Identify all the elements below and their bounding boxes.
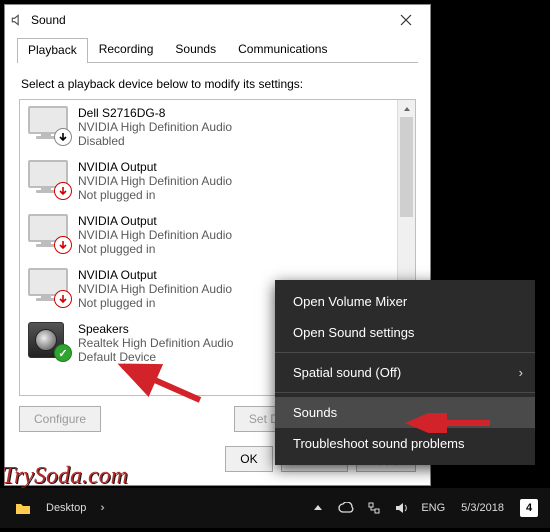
configure-button[interactable]: Configure	[19, 406, 101, 432]
network-icon[interactable]	[365, 499, 383, 517]
tab-playback[interactable]: Playback	[17, 38, 88, 63]
tab-communications[interactable]: Communications	[227, 37, 338, 62]
clock[interactable]: 5/3/2018	[461, 502, 504, 515]
device-status: Not plugged in	[78, 296, 232, 310]
device-status: Default Device	[78, 350, 233, 364]
disabled-icon	[54, 128, 72, 146]
check-icon: ✓	[54, 344, 72, 362]
speaker-icon	[9, 12, 25, 28]
menu-item[interactable]: Sounds	[275, 397, 535, 428]
device-name: Speakers	[78, 322, 233, 336]
window-title: Sound	[31, 13, 386, 27]
device-name: NVIDIA Output	[78, 268, 232, 282]
device-row[interactable]: NVIDIA OutputNVIDIA High Definition Audi…	[20, 208, 397, 262]
device-name: NVIDIA Output	[78, 160, 232, 174]
device-desc: NVIDIA High Definition Audio	[78, 228, 232, 242]
toolbar-chevrons-icon[interactable]: ››	[100, 502, 101, 514]
device-desc: NVIDIA High Definition Audio	[78, 174, 232, 188]
unplugged-icon	[54, 290, 72, 308]
device-desc: NVIDIA High Definition Audio	[78, 282, 232, 296]
menu-separator	[275, 392, 535, 393]
taskbar[interactable]: Desktop ›› ENG 5/3/2018 4	[0, 488, 550, 528]
date-text: 5/3/2018	[461, 502, 504, 515]
ok-button[interactable]: OK	[225, 446, 272, 472]
tray-context-menu: Open Volume MixerOpen Sound settings Spat…	[275, 280, 535, 465]
unplugged-icon	[54, 182, 72, 200]
menu-item[interactable]: Troubleshoot sound problems	[275, 428, 535, 459]
scroll-up-button[interactable]	[398, 100, 415, 117]
chevron-right-icon: ›	[519, 365, 523, 380]
device-row[interactable]: NVIDIA OutputNVIDIA High Definition Audi…	[20, 154, 397, 208]
titlebar[interactable]: Sound	[5, 5, 430, 35]
unplugged-icon	[54, 236, 72, 254]
tab-strip: Playback Recording Sounds Communications	[5, 37, 430, 62]
device-name: Dell S2716DG-8	[78, 106, 232, 120]
device-row[interactable]: Dell S2716DG-8NVIDIA High Definition Aud…	[20, 100, 397, 154]
tab-sounds[interactable]: Sounds	[164, 37, 227, 62]
device-status: Not plugged in	[78, 242, 232, 256]
desktop-label[interactable]: Desktop	[46, 502, 86, 514]
device-name: NVIDIA Output	[78, 214, 232, 228]
menu-item[interactable]: Open Sound settings	[275, 317, 535, 348]
menu-item[interactable]: Spatial sound (Off)›	[275, 357, 535, 388]
menu-separator	[275, 352, 535, 353]
device-desc: NVIDIA High Definition Audio	[78, 120, 232, 134]
notification-badge[interactable]: 4	[520, 499, 538, 517]
language-indicator[interactable]: ENG	[421, 502, 445, 514]
menu-item[interactable]: Open Volume Mixer	[275, 286, 535, 317]
device-status: Not plugged in	[78, 188, 232, 202]
scroll-thumb[interactable]	[400, 117, 413, 217]
cloud-icon[interactable]	[337, 499, 355, 517]
close-button[interactable]	[386, 5, 426, 35]
volume-icon[interactable]	[393, 499, 411, 517]
device-status: Disabled	[78, 134, 232, 148]
instruction-text: Select a playback device below to modify…	[21, 77, 414, 91]
device-desc: Realtek High Definition Audio	[78, 336, 233, 350]
folder-icon[interactable]	[14, 499, 32, 517]
tray-overflow-icon[interactable]	[309, 499, 327, 517]
tab-recording[interactable]: Recording	[88, 37, 165, 62]
